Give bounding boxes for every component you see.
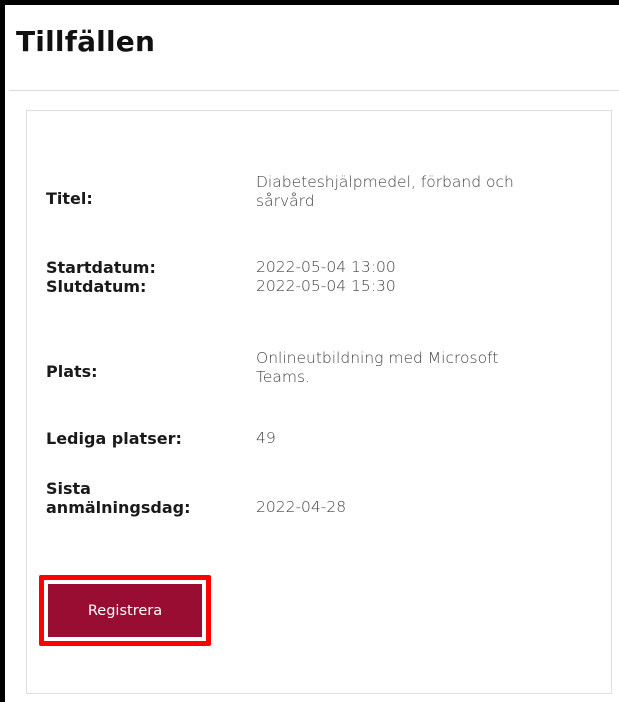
title-divider [9,90,619,91]
session-card: Titel: Diabeteshjälpmedel, förband och s… [26,110,612,694]
page-title: Tillfällen [16,25,156,58]
deadline-value: 2022-04-28 [256,498,347,516]
title-value-line-1: Diabeteshjälpmedel, förband och [256,173,514,191]
end-date-label: Slutdatum: [46,277,147,296]
seats-value: 49 [256,429,276,447]
deadline-label: Sista anmälningsdag: [46,479,246,517]
title-value-line-2: sårvård [256,192,315,210]
deadline-label-line-1: Sista [46,479,91,498]
location-value: Onlineutbildning med Microsoft Teams. [256,349,576,387]
title-label: Titel: [46,189,93,208]
start-date-value: 2022-05-04 13:00 [256,258,396,276]
location-value-line-1: Onlineutbildning med Microsoft [256,349,499,367]
location-label: Plats: [46,362,98,381]
title-value: Diabeteshjälpmedel, förband och sårvård [256,173,576,211]
dates-labels: Startdatum: Slutdatum: [46,258,246,296]
location-value-line-2: Teams. [256,368,310,386]
register-button[interactable]: Registrera [48,584,202,637]
start-date-label: Startdatum: [46,258,156,277]
dates-values: 2022-05-04 13:00 2022-05-04 15:30 [256,258,576,296]
seats-label: Lediga platser: [46,429,182,448]
end-date-value: 2022-05-04 15:30 [256,277,396,295]
deadline-label-line-2: anmälningsdag: [46,498,191,517]
register-button-highlight: Registrera [39,575,211,646]
